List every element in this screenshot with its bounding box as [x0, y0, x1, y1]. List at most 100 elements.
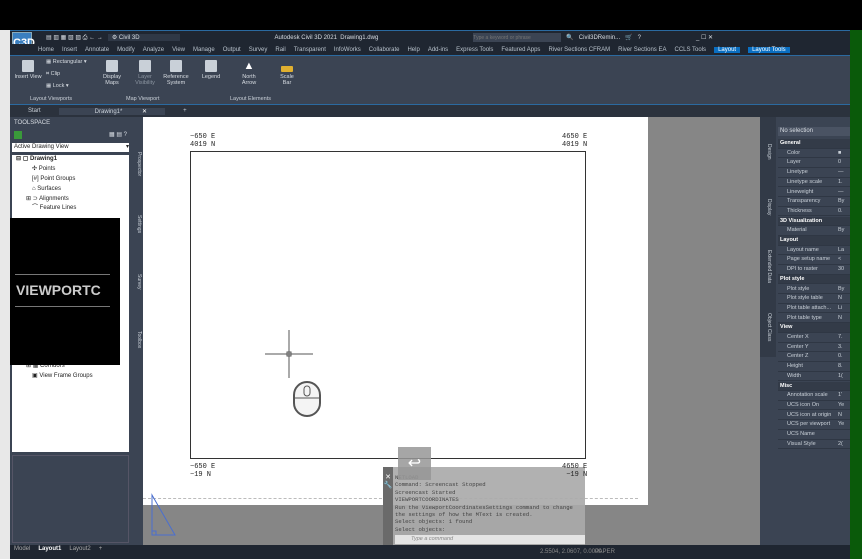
tab-survey[interactable]: Survey — [132, 262, 142, 302]
tree-item[interactable]: ⊟ ▢ Drawing1 — [12, 155, 129, 165]
ribbon-tab[interactable]: Transparent — [294, 47, 326, 53]
property-row[interactable]: Layout name La — [778, 246, 850, 256]
ribbon-tab[interactable]: Insert — [62, 47, 77, 53]
ribbon-tab[interactable]: View — [172, 47, 185, 53]
property-row[interactable]: Center Y 3. — [778, 343, 850, 353]
property-category[interactable]: Plot style — [778, 274, 850, 285]
tree-item[interactable]: ▣ View Frame Groups — [12, 372, 93, 382]
scale-bar-button[interactable]: Scale Bar — [276, 60, 298, 86]
tree-item[interactable]: ⌒ Feature Lines — [12, 204, 129, 214]
workspace-dropdown[interactable]: ⚙ Civil 3D — [107, 34, 180, 41]
property-category[interactable]: View — [778, 323, 850, 333]
tree-item[interactable]: ✣ Points — [12, 165, 129, 175]
property-row[interactable]: Color ■ — [778, 149, 850, 159]
property-category[interactable]: 3D Visualization — [778, 216, 850, 227]
property-row[interactable]: Visual Style 2( — [778, 440, 850, 450]
help-icon[interactable]: ? — [638, 35, 641, 41]
property-row[interactable]: UCS Name — [778, 430, 850, 440]
tree-item[interactable]: [#] Point Groups — [12, 175, 129, 185]
ribbon-tab[interactable]: Annotate — [85, 47, 109, 53]
ribbon-tab[interactable]: Rail — [275, 47, 285, 53]
tab-toolbox[interactable]: Toolbox — [132, 317, 142, 362]
window-controls[interactable]: _ ☐ ✕ — [696, 34, 713, 41]
property-row[interactable]: Plot table attach... Li — [778, 304, 850, 314]
ribbon-tab[interactable]: Collaborate — [369, 47, 400, 53]
tab-layout2[interactable]: Layout2 — [69, 546, 90, 552]
tree-item[interactable]: ⌂ Surfaces — [12, 185, 129, 195]
panel-layout-elements[interactable]: Layout Elements — [230, 96, 271, 102]
ribbon-tab[interactable]: Home — [38, 47, 54, 53]
ribbon-tab[interactable]: River Sections CFRAM — [548, 47, 610, 53]
ribbon-tab[interactable]: Add-ins — [428, 47, 448, 53]
search-input[interactable] — [473, 33, 562, 42]
insert-view-button[interactable]: Insert View — [14, 60, 42, 80]
paper-space-toggle[interactable]: PAPER — [595, 549, 615, 555]
property-row[interactable]: DPI to raster 30 — [778, 265, 850, 275]
ribbon-tab[interactable]: Output — [223, 47, 241, 53]
viewport-frame[interactable] — [190, 151, 586, 459]
toolspace-toolbar[interactable]: ▦ ▤ ? — [10, 129, 131, 141]
command-window-controls[interactable]: ✕ 🔧 — [383, 467, 393, 545]
property-row[interactable]: UCS icon at origin N — [778, 411, 850, 421]
ribbon-tab[interactable]: Modify — [117, 47, 135, 53]
view-dropdown[interactable]: Active Drawing View ▾ — [12, 143, 129, 152]
display-maps-button[interactable]: Display Maps — [100, 60, 124, 86]
tree-item[interactable]: ⊞ ⊃ Alignments — [12, 195, 129, 205]
add-layout-button[interactable]: + — [99, 546, 103, 552]
property-row[interactable]: Center X 7. — [778, 333, 850, 343]
tab-extended-data[interactable]: Extended Data — [762, 247, 772, 287]
ribbon-tab[interactable]: Help — [407, 47, 419, 53]
property-row[interactable]: Thickness 0. — [778, 207, 850, 217]
cart-icon[interactable]: 🛒 — [625, 34, 632, 41]
ribbon-tab[interactable]: Express Tools — [456, 47, 493, 53]
ribbon-tab[interactable]: Featured Apps — [501, 47, 540, 53]
ribbon-tab[interactable]: Analyze — [143, 47, 164, 53]
search-icon[interactable]: 🔍 — [566, 34, 573, 41]
reference-system-button[interactable]: Reference System — [162, 60, 190, 86]
property-row[interactable]: Plot style By — [778, 285, 850, 295]
property-row[interactable]: Linetype — — [778, 168, 850, 178]
property-row[interactable]: Page setup name < — [778, 255, 850, 265]
panel-layout-viewports[interactable]: Layout Viewports — [30, 96, 72, 102]
tab-start[interactable]: Start — [10, 108, 59, 114]
quick-access-toolbar[interactable]: ▤ ▥ ▦ ▧ ▨ ⎙ ← → — [46, 34, 103, 42]
user-menu[interactable]: Civil3DRemin... — [579, 35, 620, 41]
tab-model[interactable]: Model — [14, 546, 30, 552]
tab-design[interactable]: Design — [762, 137, 772, 167]
property-row[interactable]: Transparency By — [778, 197, 850, 207]
property-category[interactable]: General — [778, 139, 850, 149]
property-row[interactable]: Linetype scale 1. — [778, 178, 850, 188]
property-row[interactable]: UCS per viewport Ye — [778, 420, 850, 430]
ribbon-tab[interactable]: Layout Tools — [748, 46, 790, 53]
lock-button[interactable]: ▦ Lock ▾ — [46, 83, 69, 89]
tab-drawing1[interactable]: Drawing1* ✕ — [58, 107, 166, 115]
property-row[interactable]: Width 1( — [778, 372, 850, 382]
north-arrow-button[interactable]: ▲ North Arrow — [238, 60, 260, 86]
property-row[interactable]: Annotation scale 1' — [778, 391, 850, 401]
tab-layout1[interactable]: Layout1 — [38, 546, 61, 552]
property-category[interactable]: Misc — [778, 381, 850, 392]
property-row[interactable]: Layer 0 — [778, 158, 850, 168]
clip-button[interactable]: ⌗ Clip — [46, 71, 60, 77]
ribbon-tab[interactable]: InfoWorks — [334, 47, 361, 53]
new-tab-button[interactable]: + — [165, 108, 205, 114]
property-row[interactable]: Material By — [778, 226, 850, 236]
rectangular-button[interactable]: ▦ Rectangular ▾ — [46, 59, 87, 65]
property-row[interactable]: UCS icon On Ye — [778, 401, 850, 411]
ribbon-tab[interactable]: CCLS Tools — [674, 47, 706, 53]
legend-button[interactable]: Legend — [198, 60, 224, 80]
panel-map-viewport[interactable]: Map Viewport — [126, 96, 160, 102]
property-row[interactable]: Height 8. — [778, 362, 850, 372]
tab-display[interactable]: Display — [762, 192, 772, 222]
tab-prospector[interactable]: Prospector — [132, 142, 142, 187]
ribbon-tab[interactable]: Layout — [714, 46, 741, 53]
property-row[interactable]: Plot style table N — [778, 294, 850, 304]
property-row[interactable]: Plot table type N — [778, 314, 850, 324]
layer-visibility-button[interactable]: Layer Visibility — [132, 60, 158, 86]
ribbon-tab[interactable]: Survey — [249, 47, 268, 53]
property-row[interactable]: Center Z 0. — [778, 352, 850, 362]
selection-dropdown[interactable]: No selection — [778, 127, 850, 136]
tab-object-class[interactable]: Object Class — [762, 307, 772, 347]
property-category[interactable]: Layout — [778, 236, 850, 246]
ribbon-tab[interactable]: Manage — [193, 47, 215, 53]
